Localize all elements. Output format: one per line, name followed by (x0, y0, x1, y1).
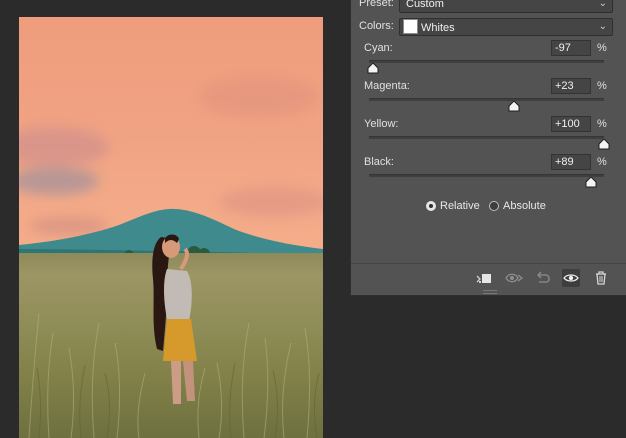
cyan-label: Cyan: (364, 42, 393, 54)
relative-label: Relative (440, 200, 480, 212)
colors-label: Colors: (359, 20, 394, 32)
cyan-slider-track[interactable] (369, 60, 604, 63)
cyan-value-field[interactable]: -97 (551, 40, 591, 56)
black-label: Black: (364, 156, 394, 168)
view-previous-state-icon[interactable] (505, 269, 523, 287)
magenta-label: Magenta: (364, 80, 410, 92)
black-slider-thumb[interactable] (585, 177, 597, 188)
cyan-percent-label: % (597, 42, 607, 54)
colors-row: Colors: Whites ⌄ (351, 17, 626, 36)
preset-label: Preset: (359, 0, 394, 9)
yellow-slider-thumb[interactable] (598, 139, 610, 150)
black-percent-label: % (597, 156, 607, 168)
properties-panel-selective-color: Preset: Custom ⌄ Colors: Whites ⌄ Cyan: … (350, 0, 626, 296)
panel-resize-grip[interactable] (483, 290, 497, 294)
black-value-field[interactable]: +89 (551, 154, 591, 170)
chevron-down-icon: ⌄ (598, 0, 607, 9)
visibility-eye-icon[interactable] (562, 269, 580, 287)
relative-radio-option[interactable]: Relative (426, 200, 480, 212)
magenta-slider-thumb[interactable] (508, 101, 520, 112)
magenta-slider-track[interactable] (369, 98, 604, 101)
magenta-value-field[interactable]: +23 (551, 78, 591, 94)
properties-footer-toolbar (351, 263, 626, 291)
reset-icon[interactable] (534, 269, 552, 287)
colors-dropdown[interactable]: Whites ⌄ (399, 18, 613, 36)
cyan-slider-thumb[interactable] (367, 63, 379, 74)
clip-to-layer-icon[interactable] (475, 269, 493, 287)
image-woman-figure (152, 234, 197, 404)
preset-row: Preset: Custom ⌄ (351, 0, 626, 13)
relative-radio-button[interactable] (426, 201, 436, 211)
color-swatch-icon (403, 19, 418, 34)
colors-value: Whites (421, 22, 455, 34)
absolute-radio-button[interactable] (489, 201, 499, 211)
absolute-label: Absolute (503, 200, 546, 212)
yellow-percent-label: % (597, 118, 607, 130)
preset-dropdown[interactable]: Custom ⌄ (399, 0, 613, 13)
preset-value: Custom (406, 0, 444, 10)
document-canvas-image[interactable] (19, 17, 323, 438)
magenta-percent-label: % (597, 80, 607, 92)
absolute-radio-option[interactable]: Absolute (489, 200, 546, 212)
black-slider-track[interactable] (369, 174, 604, 177)
yellow-label: Yellow: (364, 118, 399, 130)
trash-icon[interactable] (592, 269, 610, 287)
yellow-slider-track[interactable] (369, 136, 604, 139)
yellow-value-field[interactable]: +100 (551, 116, 591, 132)
chevron-down-icon: ⌄ (598, 21, 607, 32)
